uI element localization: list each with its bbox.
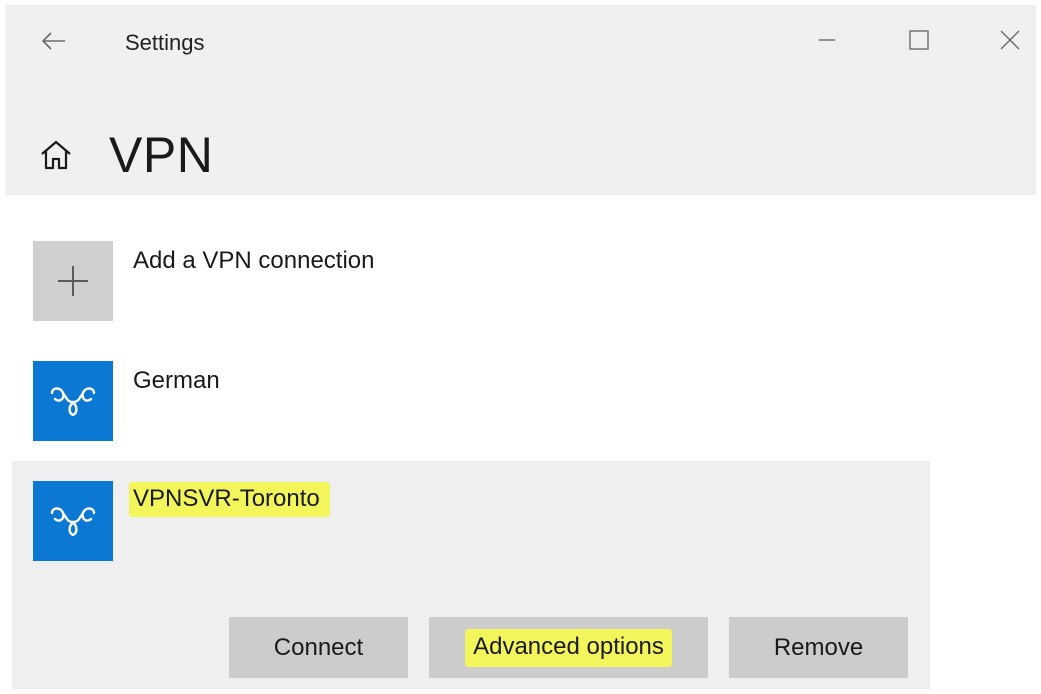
maximize-button[interactable] (887, 17, 951, 63)
minimize-button[interactable] (795, 17, 859, 63)
back-arrow-icon (41, 32, 65, 50)
vpn-connection-name: German (133, 367, 220, 394)
maximize-icon (909, 30, 929, 50)
advanced-options-button[interactable]: Advanced options (429, 617, 708, 678)
vpn-icon (50, 387, 96, 417)
vpn-tile (33, 361, 113, 441)
minimize-icon (819, 39, 835, 41)
close-icon (1000, 30, 1020, 50)
highlight-mark: VPNSVR-Toronto (129, 482, 330, 517)
window-title: Settings (125, 30, 205, 55)
title-bar-region: Settings VPN (5, 5, 1036, 195)
home-icon (41, 140, 71, 170)
add-vpn-connection-label[interactable]: Add a VPN connection (133, 247, 375, 275)
close-button[interactable] (978, 17, 1041, 63)
remove-button[interactable]: Remove (729, 617, 908, 678)
vpn-connection-name: VPNSVR-Toronto (129, 482, 330, 517)
plus-icon (58, 266, 88, 296)
add-tile[interactable] (33, 241, 113, 321)
page-title: VPN (109, 127, 214, 183)
vpn-tile (33, 481, 113, 561)
home-button[interactable] (35, 134, 77, 176)
vpn-icon (50, 507, 96, 537)
back-button[interactable] (35, 27, 71, 55)
page-header: VPN (35, 123, 213, 187)
highlight-mark: Advanced options (465, 628, 672, 667)
connect-button[interactable]: Connect (229, 617, 408, 678)
